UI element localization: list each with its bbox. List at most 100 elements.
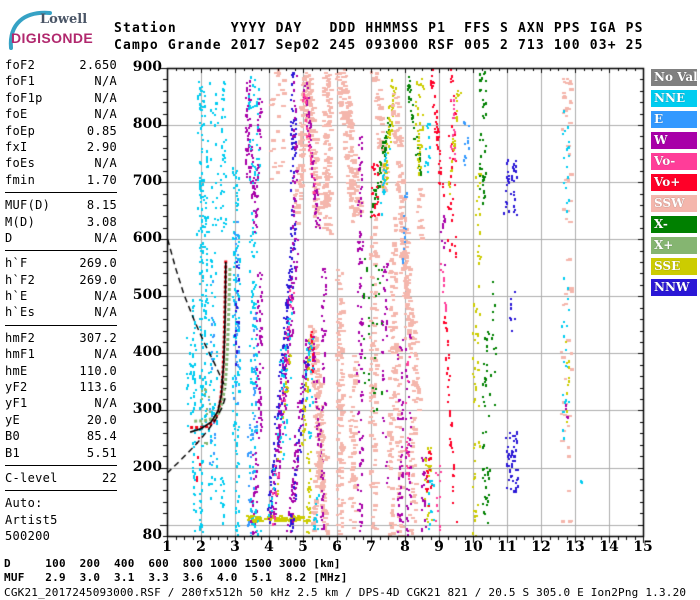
- param-value: 3.08: [86, 214, 117, 229]
- y-tick-label: 600: [132, 230, 162, 247]
- logo-lowell-text: Lowell: [40, 12, 88, 27]
- param-value: N/A: [94, 90, 117, 105]
- param-row: hmE 110.0: [5, 363, 117, 379]
- legend-item: E: [651, 111, 697, 128]
- x-tick-label: 3: [230, 539, 240, 555]
- param-name: foF1p: [5, 90, 43, 105]
- param-name: hmF2: [5, 330, 36, 345]
- param-row: foEp 0.85: [5, 123, 117, 139]
- param-value: N/A: [94, 305, 117, 320]
- x-tick-label: 11: [497, 539, 517, 555]
- param-value: 269.0: [79, 272, 117, 287]
- doppler-direction-legend: No Val NNE E W Vo- Vo+ SSW X- X+ SSE NNW: [651, 69, 697, 300]
- x-tick-label: 15: [633, 539, 653, 555]
- x-tick-label: 14: [599, 539, 619, 555]
- param-name: yF2: [5, 380, 28, 395]
- legend-item: Vo+: [651, 174, 697, 191]
- param-separator: [5, 464, 117, 466]
- param-value: 22: [101, 470, 117, 485]
- param-value: 269.0: [79, 256, 117, 271]
- y-tick-label: 900: [132, 59, 162, 75]
- param-name: foEs: [5, 156, 36, 171]
- param-separator: [5, 324, 117, 326]
- param-name: h`Es: [5, 305, 36, 320]
- legend-item: Vo-: [651, 153, 697, 170]
- param-name: C-level: [5, 470, 58, 485]
- param-name: foF1: [5, 74, 36, 89]
- param-name: Artist5: [5, 512, 58, 527]
- param-name: yF1: [5, 396, 28, 411]
- y-tick-label: 200: [132, 458, 162, 475]
- legend-item: SSE: [651, 258, 697, 275]
- param-value: N/A: [94, 107, 117, 122]
- param-name: fxI: [5, 139, 28, 154]
- x-tick-label: 10: [463, 539, 483, 555]
- param-value: 110.0: [79, 363, 117, 378]
- param-value: 113.6: [79, 380, 117, 395]
- x-tick-label: 12: [531, 539, 551, 555]
- param-value: N/A: [94, 396, 117, 411]
- param-row: h`Es N/A: [5, 304, 117, 320]
- param-value: 307.2: [79, 330, 117, 345]
- y-tick-label: 400: [132, 344, 162, 361]
- param-value: N/A: [94, 347, 117, 362]
- param-row: M(D) 3.08: [5, 214, 117, 230]
- param-row: hmF1 N/A: [5, 346, 117, 362]
- param-value: 1.70: [86, 172, 117, 187]
- param-row: foE N/A: [5, 106, 117, 122]
- param-value: 2.90: [86, 139, 117, 154]
- param-row: foF1p N/A: [5, 90, 117, 106]
- param-name: Auto:: [5, 496, 43, 511]
- param-row: foF1 N/A: [5, 73, 117, 89]
- param-value: N/A: [94, 74, 117, 89]
- param-row: D N/A: [5, 230, 117, 246]
- header-station-values: Campo Grande 2017 Sep02 245 093000 RSF 0…: [114, 38, 644, 53]
- legend-item: No Val: [651, 69, 697, 86]
- x-tick-label: 13: [565, 539, 585, 555]
- y-tick-label: 500: [132, 287, 162, 304]
- x-tick-label: 5: [298, 539, 308, 555]
- param-name: hmE: [5, 363, 28, 378]
- param-name: h`F: [5, 256, 28, 271]
- param-value: N/A: [94, 289, 117, 304]
- header-column-labels: Station YYYY DAY DDD HHMMSS P1 FFS S AXN…: [114, 21, 644, 36]
- x-tick-label: 1: [162, 539, 172, 555]
- param-name: h`F2: [5, 272, 36, 287]
- param-name: foE: [5, 107, 28, 122]
- param-row: hmF2 307.2: [5, 330, 117, 346]
- param-row: yF1 N/A: [5, 395, 117, 411]
- legend-item: NNW: [651, 279, 697, 296]
- muf-row: MUF 2.9 3.0 3.1 3.3 3.6 4.0 5.1 8.2 [MHz…: [4, 571, 348, 584]
- param-separator: [5, 490, 117, 492]
- x-tick-label: 9: [434, 539, 444, 555]
- param-row: fxI 2.90: [5, 139, 117, 155]
- param-name: hmF1: [5, 347, 36, 362]
- x-tick-label: 4: [264, 539, 274, 555]
- param-name: B0: [5, 429, 21, 444]
- legend-item: W: [651, 132, 697, 149]
- param-name: yE: [5, 412, 21, 427]
- distance-row: D 100 200 400 600 800 1000 1500 3000 [km…: [4, 557, 341, 570]
- param-row: MUF(D) 8.15: [5, 197, 117, 213]
- param-row: foF2 2.650: [5, 57, 117, 73]
- ionogram-page: { "logo": { "line1": "Lowell", "line2": …: [0, 0, 700, 600]
- param-row: h`F2 269.0: [5, 272, 117, 288]
- param-row: h`E N/A: [5, 288, 117, 304]
- x-tick-label: 6: [332, 539, 342, 555]
- y-tick-label: 800: [132, 116, 162, 133]
- param-row: C-level 22: [5, 470, 117, 486]
- param-value: 0.85: [86, 123, 117, 138]
- legend-item: X-: [651, 216, 697, 233]
- param-name: 500200: [5, 529, 51, 544]
- param-separator: [5, 250, 117, 252]
- param-row: Artist5: [5, 512, 117, 528]
- y-tick-label: 700: [132, 173, 162, 190]
- param-row: yE 20.0: [5, 412, 117, 428]
- legend-item: SSW: [651, 195, 697, 212]
- param-row: h`F 269.0: [5, 255, 117, 271]
- param-row: yF2 113.6: [5, 379, 117, 395]
- param-name: D: [5, 230, 13, 245]
- param-value: 5.51: [86, 445, 117, 460]
- param-name: fmin: [5, 172, 36, 187]
- param-name: MUF(D): [5, 198, 51, 213]
